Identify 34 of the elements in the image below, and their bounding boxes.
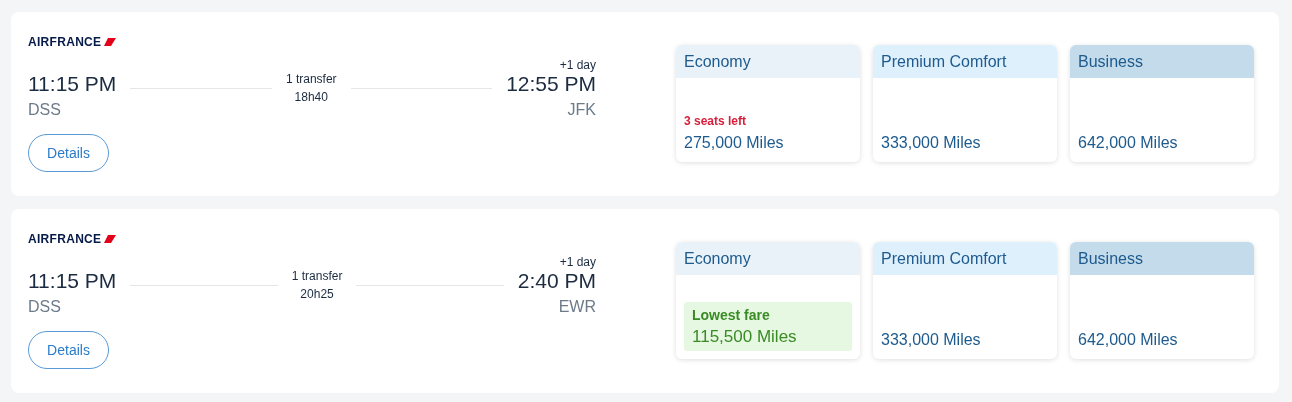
departure-airport: DSS: [28, 297, 62, 316]
airline-logo: AIRFRANCE: [28, 35, 102, 49]
cabin-header: Premium Comfort: [873, 45, 1057, 78]
miles-price: 642,000 Miles: [1078, 331, 1179, 349]
cabin-header: Business: [1070, 45, 1254, 78]
cabin-header: Economy: [676, 242, 860, 275]
arrival-airport: EWR: [558, 297, 596, 316]
slash-icon: [104, 235, 117, 243]
miles-price: 275,000 Miles: [684, 134, 785, 152]
departure-time: 11:15 PM: [28, 71, 117, 96]
miles-price: 333,000 Miles: [881, 331, 982, 349]
departure-time: 11:15 PM: [28, 268, 117, 293]
arrival-time: 12:55 PM: [506, 71, 596, 96]
details-button[interactable]: Details: [28, 331, 109, 369]
flight-duration: 18h40: [293, 89, 329, 106]
flight-duration: 20h25: [299, 286, 335, 303]
cabin-header: Premium Comfort: [873, 242, 1057, 275]
miles-price: 333,000 Miles: [881, 134, 982, 152]
miles-price: 115,500 Miles: [692, 327, 798, 347]
transfer-count: 1 transfer: [285, 71, 337, 88]
departure-airport: DSS: [28, 100, 62, 119]
lowest-fare-label: Lowest fare: [692, 307, 771, 323]
cabin-header: Economy: [676, 45, 860, 78]
seats-left-note: 3 seats left: [684, 114, 748, 128]
arrival-airport: JFK: [567, 100, 596, 119]
day-offset: +1 day: [559, 57, 596, 72]
slash-icon: [104, 38, 117, 46]
airline-logo: AIRFRANCE: [28, 232, 102, 246]
day-offset: +1 day: [559, 254, 596, 269]
cabin-header: Business: [1070, 242, 1254, 275]
miles-price: 642,000 Miles: [1078, 134, 1179, 152]
transfer-count: 1 transfer: [291, 268, 343, 285]
details-button[interactable]: Details: [28, 134, 109, 172]
arrival-time: 2:40 PM: [517, 268, 596, 293]
